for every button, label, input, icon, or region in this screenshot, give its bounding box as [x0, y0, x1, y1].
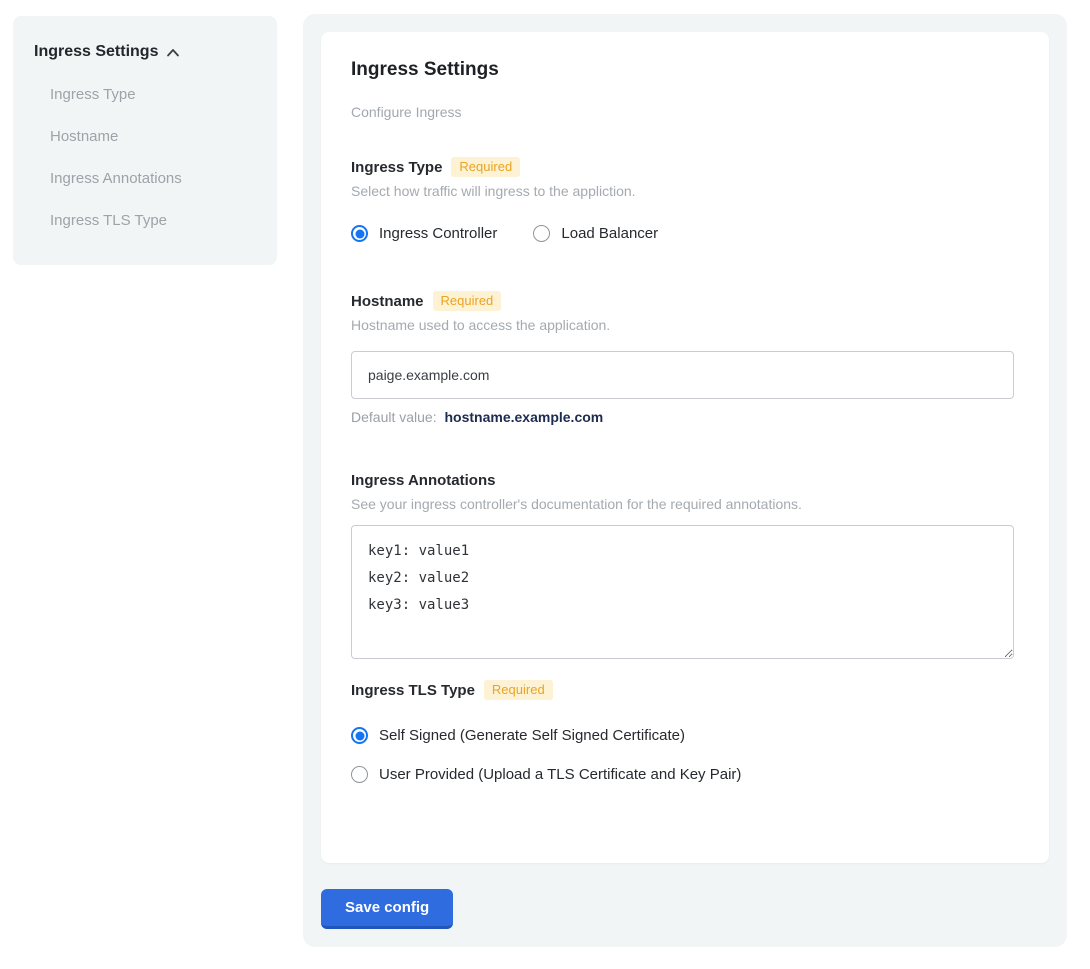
- radio-load-balancer-label: Load Balancer: [561, 225, 658, 242]
- sidebar-section-header[interactable]: Ingress Settings: [34, 43, 257, 61]
- hostname-label: Hostname: [351, 293, 424, 310]
- radio-ingress-controller[interactable]: Ingress Controller: [351, 225, 497, 242]
- save-row: Save config: [321, 889, 1049, 929]
- ingress-tls-type-label: Ingress TLS Type: [351, 682, 475, 699]
- required-badge: Required: [433, 291, 502, 311]
- sidebar-item-ingress-annotations[interactable]: Ingress Annotations: [34, 170, 257, 187]
- ingress-type-help: Select how traffic will ingress to the a…: [351, 183, 1019, 199]
- default-value-note: Default value: hostname.example.com: [351, 409, 1019, 425]
- sidebar-panel: Ingress Settings Ingress Type Hostname I…: [13, 16, 277, 265]
- save-config-button[interactable]: Save config: [321, 889, 453, 929]
- radio-load-balancer[interactable]: Load Balancer: [533, 225, 658, 242]
- required-badge: Required: [484, 680, 553, 700]
- radio-user-provided[interactable]: User Provided (Upload a TLS Certificate …: [351, 766, 1019, 783]
- sidebar-item-ingress-type[interactable]: Ingress Type: [34, 86, 257, 103]
- page-title: Ingress Settings: [351, 58, 1019, 82]
- ingress-tls-radio-group: Self Signed (Generate Self Signed Certif…: [351, 727, 1019, 783]
- radio-self-signed-label: Self Signed (Generate Self Signed Certif…: [379, 727, 685, 744]
- radio-unselected-icon[interactable]: [533, 225, 550, 242]
- section-ingress-annotations: Ingress Annotations See your ingress con…: [351, 469, 1019, 659]
- settings-card: Ingress Settings Configure Ingress Ingre…: [321, 32, 1049, 863]
- annotations-textarea[interactable]: key1: value1 key2: value2 key3: value3: [351, 525, 1014, 659]
- hostname-help: Hostname used to access the application.: [351, 317, 1019, 333]
- radio-self-signed[interactable]: Self Signed (Generate Self Signed Certif…: [351, 727, 1019, 744]
- sidebar-title: Ingress Settings: [34, 43, 158, 61]
- section-ingress-tls-type: Ingress TLS Type Required Self Signed (G…: [351, 679, 1019, 783]
- sidebar-item-hostname[interactable]: Hostname: [34, 128, 257, 145]
- ingress-annotations-help: See your ingress controller's documentat…: [351, 496, 1019, 512]
- chevron-up-icon: [165, 45, 181, 61]
- default-value-prefix: Default value:: [351, 409, 437, 425]
- settings-panel: Ingress Settings Configure Ingress Ingre…: [303, 14, 1067, 947]
- radio-selected-icon[interactable]: [351, 225, 368, 242]
- radio-selected-icon[interactable]: [351, 727, 368, 744]
- sidebar-items: Ingress Type Hostname Ingress Annotation…: [34, 86, 257, 229]
- section-ingress-type: Ingress Type Required Select how traffic…: [351, 156, 1019, 242]
- ingress-type-label: Ingress Type: [351, 159, 442, 176]
- radio-ingress-controller-label: Ingress Controller: [379, 225, 497, 242]
- sidebar-item-ingress-tls-type[interactable]: Ingress TLS Type: [34, 212, 257, 229]
- radio-unselected-icon[interactable]: [351, 766, 368, 783]
- hostname-input[interactable]: [351, 351, 1014, 399]
- radio-user-provided-label: User Provided (Upload a TLS Certificate …: [379, 766, 741, 783]
- required-badge: Required: [451, 157, 520, 177]
- ingress-annotations-label: Ingress Annotations: [351, 472, 495, 489]
- section-hostname: Hostname Required Hostname used to acces…: [351, 290, 1019, 425]
- ingress-type-radio-group: Ingress Controller Load Balancer: [351, 225, 1019, 242]
- page-subtitle: Configure Ingress: [351, 104, 1019, 120]
- default-value: hostname.example.com: [445, 409, 604, 425]
